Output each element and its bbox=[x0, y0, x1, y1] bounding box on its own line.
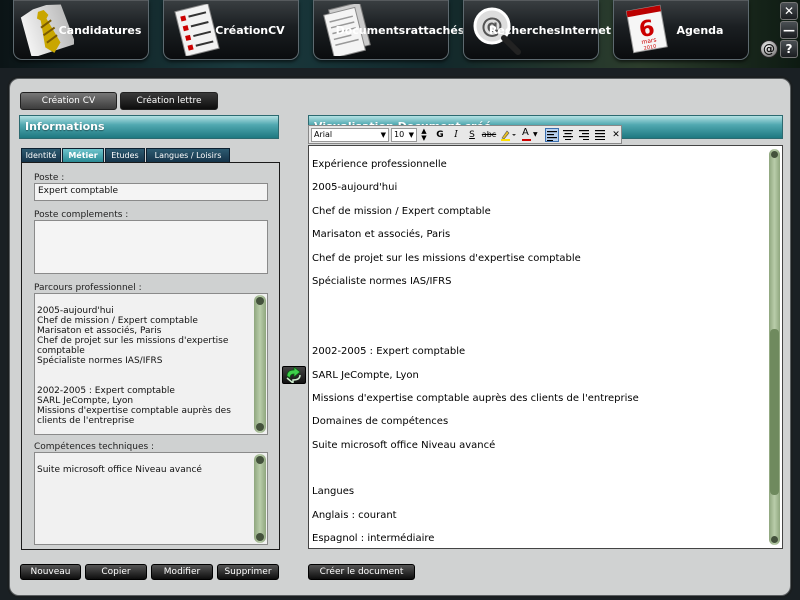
document-content: Expérience professionnelle 2005-aujourd'h… bbox=[312, 158, 766, 556]
document-line: 2002-2005 : Expert comptable bbox=[312, 346, 466, 358]
informations-header: Informations bbox=[19, 115, 279, 139]
nav-agenda-button[interactable]: 6 mars 2010 Agenda bbox=[613, 0, 749, 60]
document-preview-editor[interactable]: Expérience professionnelle 2005-aujourd'h… bbox=[308, 145, 783, 549]
document-line: SARL JeCompte, Lyon bbox=[312, 369, 419, 381]
supprimer-button[interactable]: Supprimer bbox=[217, 564, 279, 580]
clear-format-button[interactable]: ✕ bbox=[609, 128, 623, 142]
document-line: Marisaton et associés, Paris bbox=[312, 229, 451, 241]
editor-toolbar: Arial ▼ 10 ▼ ▲ ▼ G I S abc A ▼ ✕ bbox=[308, 125, 622, 144]
document-line: Chef de projet sur les missions d'expert… bbox=[312, 252, 581, 264]
font-color-button[interactable]: A ▼ bbox=[521, 127, 541, 142]
document-line: Langues bbox=[312, 486, 355, 498]
chevron-down-icon: ▼ bbox=[533, 131, 538, 138]
tab-creation-cv[interactable]: Création CV bbox=[20, 92, 117, 110]
size-stepper-icon[interactable]: ▲ ▼ bbox=[417, 128, 431, 142]
align-center-button[interactable] bbox=[561, 128, 575, 142]
bold-button[interactable]: G bbox=[433, 128, 447, 142]
nav-recherches-button[interactable]: @ Recherches Internet bbox=[463, 0, 612, 60]
align-center-icon bbox=[563, 130, 573, 140]
align-right-button[interactable] bbox=[577, 128, 591, 142]
align-left-button[interactable] bbox=[545, 128, 559, 142]
parcours-scrollbar[interactable] bbox=[254, 295, 266, 433]
competences-textarea[interactable]: Suite microsoft office Niveau avancé bbox=[34, 452, 268, 545]
nav-documents-label: Documents rattachés bbox=[335, 23, 465, 37]
poste-complements-label: Poste complements : bbox=[34, 210, 129, 220]
nav-recherches-label: Recherches Internet bbox=[488, 23, 612, 37]
top-navigation: Candidatures Création CV Documents ratta… bbox=[0, 0, 800, 68]
italic-button[interactable]: I bbox=[449, 128, 463, 142]
calendar-year: 2010 bbox=[643, 44, 657, 52]
nav-creation-cv-button[interactable]: Création CV bbox=[163, 0, 299, 60]
underline-button[interactable]: S bbox=[465, 128, 479, 142]
parcours-text: 2005-aujourd'hui Chef de mission / Exper… bbox=[37, 306, 231, 426]
highlighter-icon bbox=[501, 130, 516, 141]
nav-creation-cv-label: Création CV bbox=[215, 23, 285, 37]
scroll-thumb[interactable] bbox=[770, 329, 779, 495]
document-line: 2005-aujourd'hui bbox=[312, 182, 398, 194]
font-color-swatch bbox=[522, 139, 531, 141]
scroll-down-knob[interactable] bbox=[771, 536, 778, 543]
document-line: Spécialiste normes IAS/IFRS bbox=[312, 275, 452, 287]
document-line: Expérience professionnelle bbox=[312, 159, 447, 170]
parcours-label: Parcours professionnel : bbox=[34, 283, 142, 293]
competences-text: Suite microsoft office Niveau avancé bbox=[37, 465, 202, 475]
align-left-icon bbox=[547, 131, 557, 141]
scroll-down-knob[interactable] bbox=[256, 533, 264, 541]
highlight-color-button[interactable] bbox=[499, 128, 519, 142]
scroll-up-knob[interactable] bbox=[256, 297, 264, 305]
transfer-to-document-button[interactable] bbox=[282, 366, 306, 385]
font-size-select[interactable]: 10 ▼ bbox=[391, 128, 417, 142]
parcours-textarea[interactable]: 2005-aujourd'hui Chef de mission / Exper… bbox=[34, 293, 268, 435]
main-panel: Création CV Création lettre Informations… bbox=[9, 78, 791, 596]
nav-candidatures-button[interactable]: Candidatures bbox=[13, 0, 149, 60]
poste-label: Poste : bbox=[34, 173, 65, 183]
nav-candidatures-label: Candidatures bbox=[58, 23, 142, 37]
strikethrough-button[interactable]: abc bbox=[481, 128, 497, 142]
document-line: Chef de mission / Expert comptable bbox=[312, 205, 491, 217]
email-at-button[interactable]: @ bbox=[760, 40, 778, 58]
nouveau-button[interactable]: Nouveau bbox=[20, 564, 81, 580]
justify-icon bbox=[595, 130, 605, 140]
document-line: Espagnol : intermédiaire bbox=[312, 533, 435, 545]
creer-document-button[interactable]: Créer le document bbox=[308, 564, 415, 580]
copier-button[interactable]: Copier bbox=[85, 564, 147, 580]
subtab-langues-loisirs[interactable]: Langues / Loisirs bbox=[146, 148, 230, 162]
document-line: Suite microsoft office Niveau avancé bbox=[312, 439, 496, 451]
editor-scrollbar[interactable] bbox=[769, 149, 780, 545]
document-line: Anglais : courant bbox=[312, 509, 397, 521]
tab-creation-lettre[interactable]: Création lettre bbox=[120, 92, 218, 110]
poste-input[interactable]: Expert comptable bbox=[34, 183, 268, 201]
nav-documents-button[interactable]: Documents rattachés bbox=[313, 0, 465, 60]
nav-agenda-label: Agenda bbox=[676, 23, 724, 37]
modifier-button[interactable]: Modifier bbox=[151, 564, 213, 580]
scroll-up-knob[interactable] bbox=[771, 151, 778, 158]
justify-button[interactable] bbox=[593, 128, 607, 142]
font-family-select[interactable]: Arial ▼ bbox=[311, 128, 389, 142]
subtab-metier[interactable]: Métier bbox=[62, 148, 104, 162]
document-line: Missions d'expertise comptable auprès de… bbox=[312, 392, 639, 404]
competences-scrollbar[interactable] bbox=[254, 454, 266, 543]
minimize-window-button[interactable]: — bbox=[780, 21, 798, 39]
scroll-down-knob[interactable] bbox=[256, 423, 264, 431]
poste-complements-input[interactable] bbox=[34, 220, 268, 274]
green-arrow-icon bbox=[286, 366, 301, 385]
document-line: Domaines de compétences bbox=[312, 416, 449, 428]
align-right-icon bbox=[579, 130, 589, 140]
subtab-etudes[interactable]: Etudes bbox=[105, 148, 145, 162]
subtab-identite[interactable]: Identité bbox=[21, 148, 61, 162]
close-window-button[interactable]: ✕ bbox=[780, 2, 798, 20]
scroll-up-knob[interactable] bbox=[256, 456, 264, 464]
competences-label: Compétences techniques : bbox=[34, 442, 155, 452]
help-button[interactable]: ? bbox=[780, 40, 798, 58]
